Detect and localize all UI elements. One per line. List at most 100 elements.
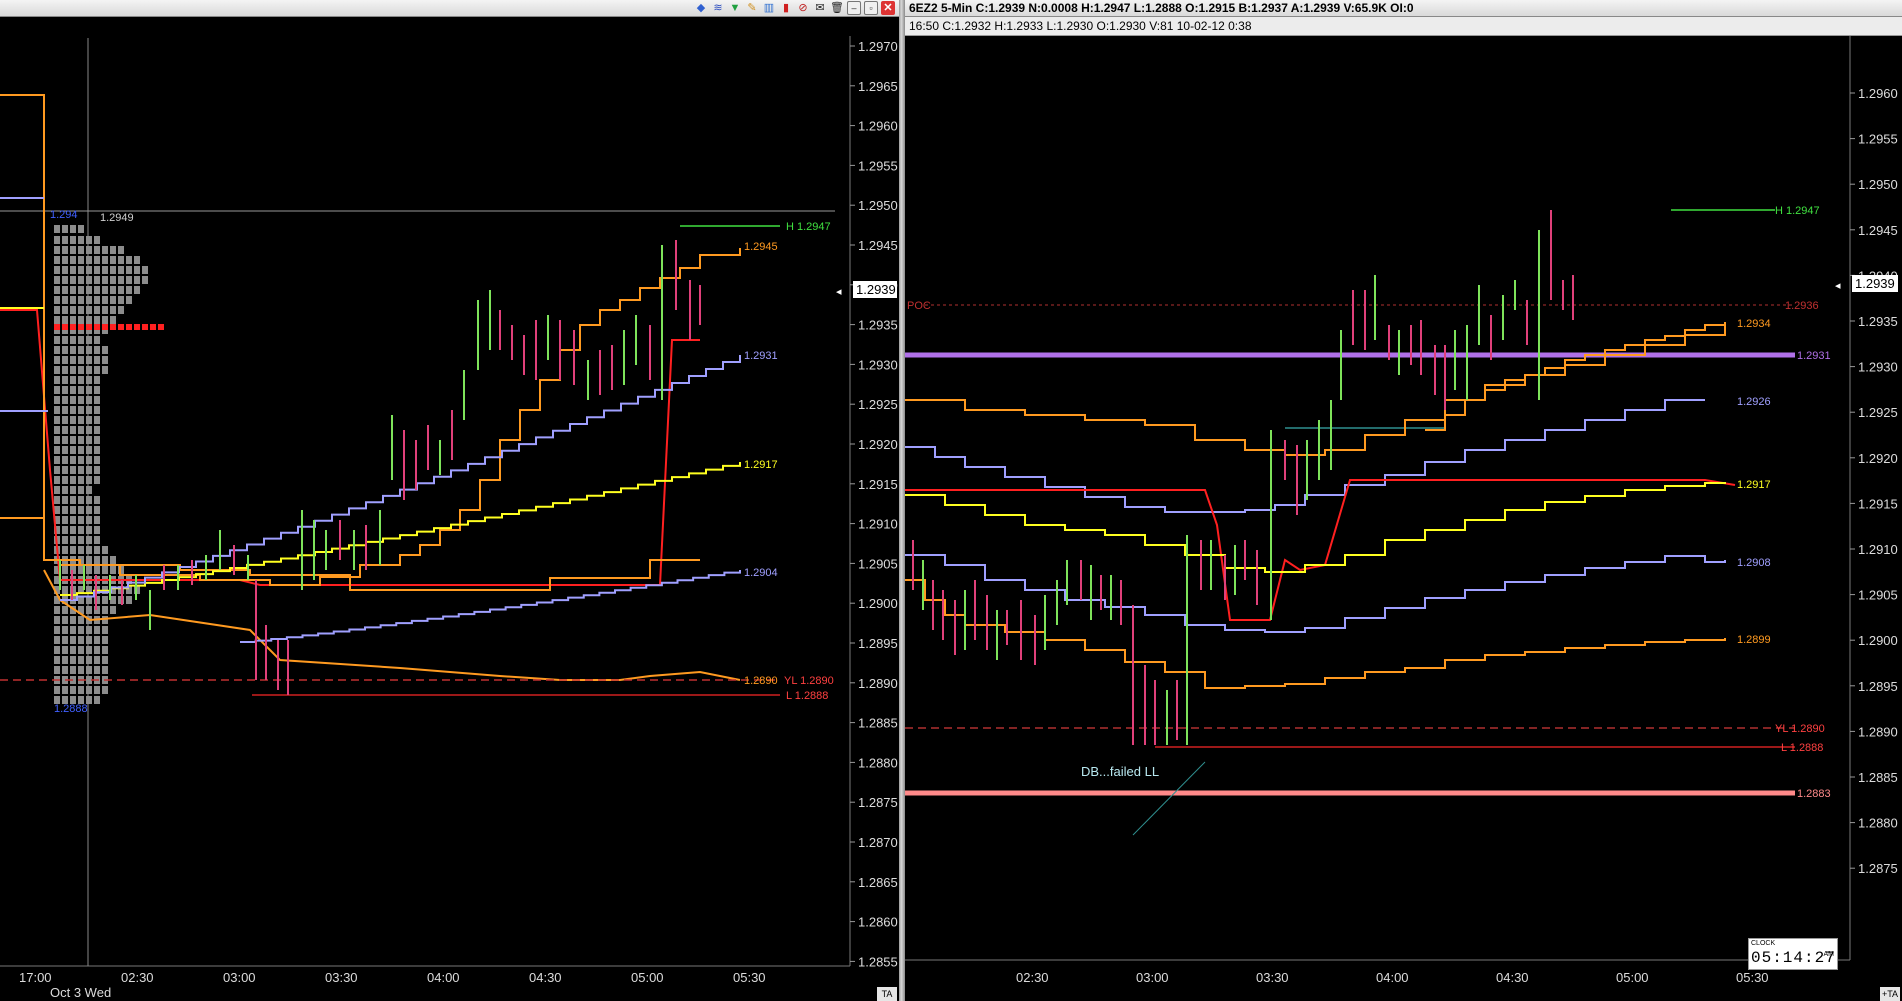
right-time-label: 05:00 [1616, 970, 1649, 985]
poc-label: POC [907, 300, 931, 312]
volume-profile-block [78, 316, 84, 324]
volume-profile-block [102, 546, 108, 554]
right-label-orange-upper: 1.2934 [1737, 318, 1771, 330]
volume-profile-block [110, 316, 116, 324]
annotation-text: DB...failed LL [1081, 764, 1159, 779]
profile-poc-block [142, 324, 148, 330]
volume-profile-block [78, 236, 84, 244]
volume-profile-block [62, 246, 68, 254]
volume-profile-block [62, 306, 68, 314]
volume-profile-block [94, 446, 100, 454]
profile-poc-block [118, 324, 124, 330]
left-price-label: 1.2900 [858, 596, 898, 611]
volume-profile-block [110, 246, 116, 254]
right-label-support: 1.2883 [1797, 788, 1831, 800]
volume-profile-block [62, 446, 68, 454]
volume-profile-block [94, 566, 100, 574]
volume-profile-block [78, 426, 84, 434]
left-ta-label[interactable]: TA [877, 987, 897, 1001]
orange-upper-band [0, 94, 700, 591]
volume-profile-block [94, 426, 100, 434]
volume-profile-block [86, 356, 92, 364]
right-label-low: L 1.2888 [1781, 742, 1823, 754]
volume-profile-block [94, 286, 100, 294]
right-chart-window[interactable]: 6EZ2 5-Min C:1.2939 N:0.0008 H:1.2947 L:… [905, 0, 1902, 1001]
left-price-label: 1.2885 [858, 716, 898, 731]
volume-profile-block [62, 496, 68, 504]
volume-profile-block [110, 266, 116, 274]
volume-profile-block [78, 256, 84, 264]
volume-profile-block [86, 386, 92, 394]
volume-profile-block [54, 336, 60, 344]
volume-profile-block [94, 556, 100, 564]
left-price-label: 1.2970 [858, 39, 898, 54]
volume-profile-block [70, 476, 76, 484]
volume-profile-block [86, 236, 92, 244]
volume-profile-block [78, 666, 84, 674]
right-time-label: 03:00 [1136, 970, 1169, 985]
right-price-chart[interactable]: 1.29601.29551.29501.29451.29401.29351.29… [905, 0, 1902, 1001]
volume-profile-block [118, 286, 124, 294]
volume-profile-block [70, 276, 76, 284]
volume-profile-block [70, 636, 76, 644]
right-price-label: 1.2885 [1858, 770, 1898, 785]
left-date-label: Oct 3 Wed [50, 985, 111, 1000]
left-time-label: 04:30 [529, 970, 562, 985]
volume-profile-block [70, 516, 76, 524]
left-time-label: 05:00 [631, 970, 664, 985]
volume-profile-block [54, 346, 60, 354]
left-price-chart[interactable]: 1.2970 1.2965 1.2960 1.2955 1.2950 1.2945 1.29… [0, 0, 899, 1001]
volume-profile-block [134, 276, 140, 284]
volume-profile-block [110, 306, 116, 314]
volume-profile-block [86, 336, 92, 344]
volume-profile-block [142, 276, 148, 284]
volume-profile-block [62, 236, 68, 244]
volume-profile-block [62, 476, 68, 484]
volume-profile-block [118, 276, 124, 284]
volume-profile-block [62, 346, 68, 354]
volume-profile-block [94, 536, 100, 544]
clock-widget: CLOCK 05:14:27 AM [1748, 938, 1838, 970]
volume-profile-block [102, 646, 108, 654]
volume-profile-block [70, 356, 76, 364]
volume-profile-block [54, 316, 60, 324]
volume-profile-block [110, 286, 116, 294]
volume-profile-block [94, 646, 100, 654]
label-lavender-upper: 1.2931 [744, 350, 778, 362]
volume-profile-block [86, 466, 92, 474]
profile-poc-block [126, 324, 132, 330]
right-label-poc: 1.2936 [1785, 300, 1819, 312]
profile-poc-block [54, 324, 60, 330]
volume-profile-block [62, 486, 68, 494]
left-chart-window[interactable]: ◆ ≋ ▼ ✎ ▥ ▮ ⊘ ✉ 🗑 – ▫ ✕ 1.2970 1.2965 1.29… [0, 0, 899, 1001]
right-ta-label[interactable]: +TA [1880, 987, 1900, 1001]
volume-profile-block [142, 266, 148, 274]
profile-poc-block [158, 324, 164, 330]
volume-profile-block [54, 436, 60, 444]
volume-profile-block [62, 336, 68, 344]
volume-profile-block [70, 436, 76, 444]
volume-profile-block [70, 536, 76, 544]
volume-profile-block [54, 236, 60, 244]
volume-profile-block [78, 246, 84, 254]
volume-profile-block [86, 366, 92, 374]
volume-profile-block [110, 566, 116, 574]
volume-profile-block [86, 516, 92, 524]
volume-profile-block [70, 406, 76, 414]
volume-profile-block [62, 225, 68, 233]
volume-profile-block [110, 256, 116, 264]
volume-profile-block [54, 286, 60, 294]
volume-profile-block [62, 426, 68, 434]
volume-profile-block [78, 346, 84, 354]
volume-profile-block [78, 456, 84, 464]
volume-profile-block [78, 466, 84, 474]
volume-profile-block [102, 356, 108, 364]
profile-poc-block [94, 324, 100, 330]
volume-profile-block [94, 276, 100, 284]
volume-profile-block [54, 246, 60, 254]
volume-profile-block [78, 366, 84, 374]
volume-profile-block [70, 296, 76, 304]
volume-profile-block [70, 446, 76, 454]
volume-profile-block [54, 486, 60, 494]
profile-poc-block [110, 324, 116, 330]
